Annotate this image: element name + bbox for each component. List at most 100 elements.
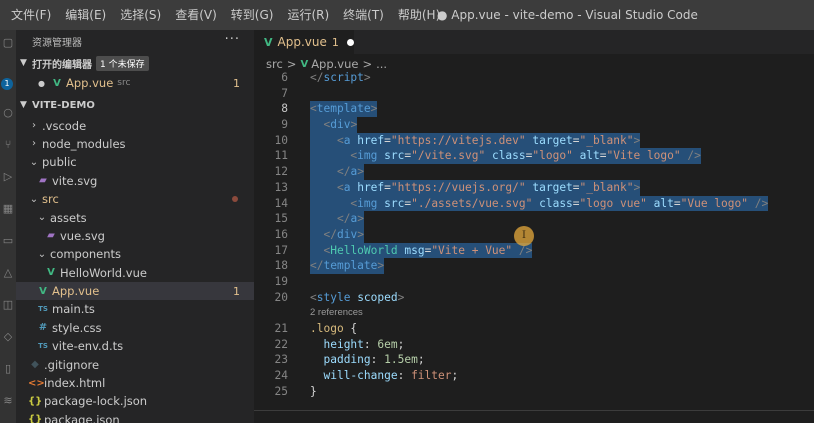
- menu-item[interactable]: 查看(V): [168, 0, 224, 30]
- menu-item[interactable]: 文件(F): [4, 0, 58, 30]
- source-control-icon[interactable]: ⑂: [1, 138, 15, 152]
- code-token: src: [384, 196, 405, 210]
- file-item[interactable]: TS vite-env.d.ts: [16, 337, 254, 355]
- code-line[interactable]: 6 </script>: [254, 70, 814, 86]
- code-line[interactable]: 16 </div>: [254, 226, 814, 243]
- folder-item[interactable]: › .vscode: [16, 116, 254, 134]
- code-token: alt: [653, 196, 674, 210]
- project-section[interactable]: ▼ VITE-DEMO: [16, 94, 254, 116]
- folder-item[interactable]: › node_modules: [16, 135, 254, 153]
- file-item[interactable]: # style.css: [16, 319, 254, 337]
- code-line[interactable]: 2 references: [254, 305, 814, 321]
- breadcrumb-folder[interactable]: src: [266, 57, 283, 71]
- code-token: =: [572, 133, 580, 147]
- code-token: div: [336, 227, 358, 241]
- code-token: </: [323, 227, 337, 241]
- code-line[interactable]: 23 padding: 1.5em;: [254, 352, 814, 368]
- code-editor[interactable]: 6 </script> 7 8 <template> 9 <div> 10 <a href=…: [254, 70, 814, 410]
- git-graph-icon[interactable]: ◇: [1, 330, 15, 344]
- code-token: >: [357, 212, 364, 226]
- line-number: 16: [274, 227, 288, 241]
- file-item[interactable]: {} package-lock.json: [16, 392, 254, 410]
- code-token: >: [357, 165, 364, 179]
- code-line[interactable]: 7: [254, 86, 814, 102]
- code-line[interactable]: 8 <template>: [254, 101, 814, 118]
- code-token: =: [572, 196, 580, 210]
- code-token: msg: [404, 243, 425, 257]
- code-line[interactable]: 20 <style scoped>: [254, 290, 814, 306]
- tab-app-vue[interactable]: V App.vue 1: [254, 30, 354, 54]
- code-line[interactable]: 18 </template>: [254, 258, 814, 274]
- json-file-icon: {}: [28, 414, 43, 423]
- code-line[interactable]: 17 <HelloWorld msg="Vite + Vue" />: [254, 242, 814, 259]
- code-token: will-change: [323, 369, 398, 383]
- menu-item[interactable]: 转到(G): [224, 0, 281, 30]
- line-number: 23: [274, 353, 288, 367]
- testing-icon[interactable]: △: [1, 266, 15, 280]
- code-line[interactable]: 12 </a>: [254, 164, 814, 180]
- menu-item[interactable]: 终端(T): [336, 0, 391, 30]
- tree-item-label: src: [42, 192, 59, 207]
- folder-item[interactable]: ⌄ assets: [16, 208, 254, 226]
- file-item[interactable]: {} package.json: [16, 411, 254, 423]
- menu-item[interactable]: 运行(R): [280, 0, 336, 30]
- remote-explorer-icon[interactable]: ▭: [1, 234, 15, 248]
- code-token: "https://vuejs.org/": [390, 180, 526, 194]
- code-line[interactable]: 15 </a>: [254, 211, 814, 227]
- breadcrumb-symbol[interactable]: ...: [376, 57, 387, 71]
- open-editor-item[interactable]: ● V App.vue src 1: [16, 74, 254, 92]
- bottom-panel: [254, 410, 814, 423]
- file-item[interactable]: ▰ vue.svg: [16, 227, 254, 245]
- code-line[interactable]: 19: [254, 274, 814, 290]
- codelens-references[interactable]: 2 references: [310, 305, 363, 321]
- code-line[interactable]: 13 <a href="https://vuejs.org/" target="…: [254, 179, 814, 196]
- code-token: "logo vue": [579, 196, 647, 210]
- code-line[interactable]: 10 <a href="https://vitejs.dev" target="…: [254, 132, 814, 149]
- code-line[interactable]: 24 will-change: filter;: [254, 368, 814, 384]
- file-item[interactable]: ▰ vite.svg: [16, 172, 254, 190]
- code-token: "./assets/vue.svg": [411, 196, 533, 210]
- code-token: =: [673, 196, 681, 210]
- folder-item[interactable]: ⌄ src: [16, 190, 254, 208]
- more-actions-icon[interactable]: ···: [225, 32, 240, 47]
- tree-item-label: node_modules: [42, 136, 126, 151]
- tree-item-label: vue.svg: [60, 228, 105, 243]
- timeline-icon[interactable]: ≋: [1, 394, 15, 408]
- run-debug-icon[interactable]: ▷: [1, 170, 15, 184]
- unsaved-dot-icon[interactable]: ●: [38, 79, 46, 88]
- file-item[interactable]: TS main.ts: [16, 300, 254, 318]
- folder-item[interactable]: ⌄ public: [16, 153, 254, 171]
- menu-item[interactable]: 编辑(E): [58, 0, 113, 30]
- code-token: =: [384, 133, 391, 147]
- code-line[interactable]: 21 .logo {: [254, 321, 814, 337]
- code-text: <style scoped>: [310, 290, 404, 306]
- breadcrumb-file[interactable]: App.vue: [311, 57, 358, 71]
- code-line[interactable]: 14 <img src="./assets/vue.svg" class="lo…: [254, 195, 814, 212]
- code-token: />: [687, 149, 701, 163]
- file-item[interactable]: V App.vue 1: [16, 281, 254, 301]
- code-line[interactable]: 22 height: 6em;: [254, 337, 814, 353]
- explorer-icon[interactable]: ▢: [1, 36, 15, 50]
- code-line[interactable]: 11 <img src="/vite.svg" class="logo" alt…: [254, 148, 814, 165]
- folder-item[interactable]: ⌄ components: [16, 245, 254, 263]
- bookmark-icon[interactable]: ▯: [1, 362, 15, 376]
- explorer-title: 资源管理器: [32, 37, 82, 49]
- code-line[interactable]: 9 <div>: [254, 117, 814, 133]
- code-token: >: [357, 227, 364, 241]
- code-token: ;: [397, 337, 405, 351]
- code-text: </a>: [310, 164, 364, 180]
- file-item[interactable]: <> index.html: [16, 374, 254, 392]
- search-icon[interactable]: ○: [1, 106, 15, 120]
- code-token: class: [491, 149, 526, 163]
- code-token: template: [316, 102, 371, 116]
- unsaved-dot-icon[interactable]: [346, 38, 354, 46]
- docker-icon[interactable]: ◫: [1, 298, 15, 312]
- file-item[interactable]: V HelloWorld.vue: [16, 264, 254, 282]
- menu-item[interactable]: 选择(S): [113, 0, 168, 30]
- code-text: }: [310, 384, 317, 400]
- extensions-icon[interactable]: ▦: [1, 202, 15, 216]
- code-line[interactable]: 25}: [254, 384, 814, 400]
- file-item[interactable]: ◆ .gitignore: [16, 355, 254, 373]
- open-editors-section[interactable]: ▼ 打开的编辑器 1 个未保存: [16, 52, 254, 74]
